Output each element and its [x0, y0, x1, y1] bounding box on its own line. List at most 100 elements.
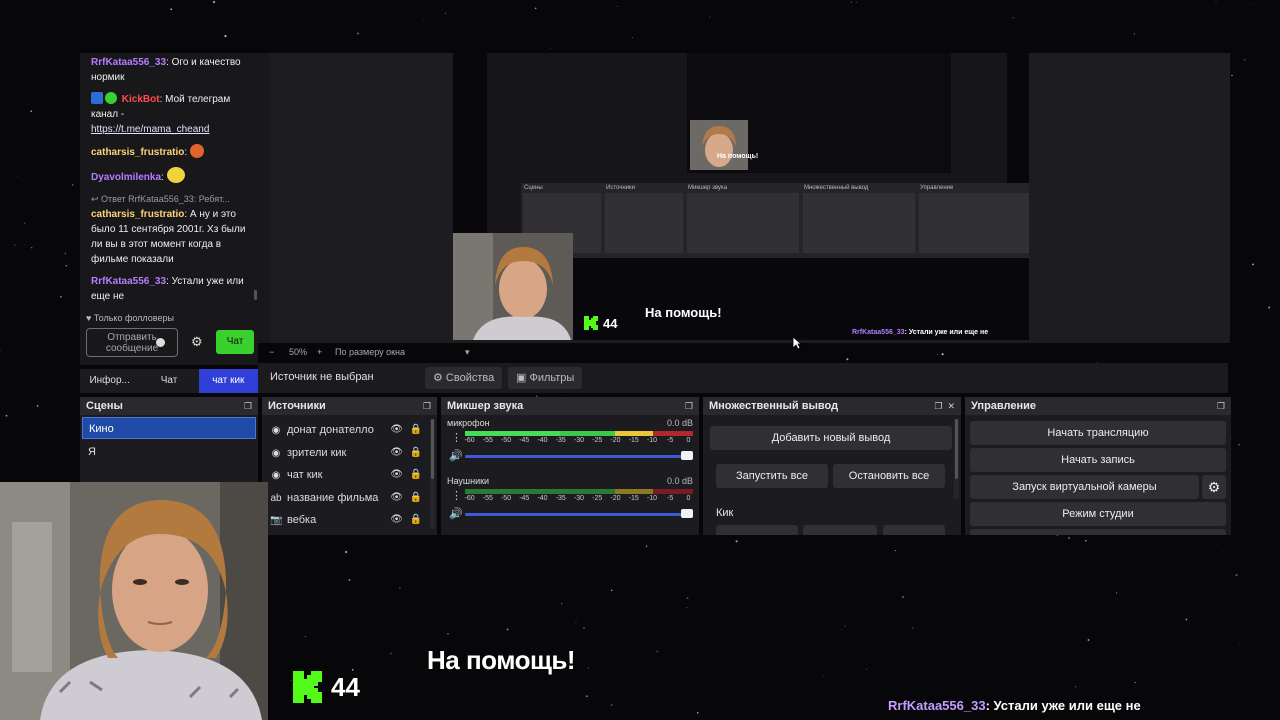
smiley-emote-icon	[166, 167, 185, 183]
source-item[interactable]: ◉ донат донателло 👁 🔒	[262, 419, 437, 442]
chat-username[interactable]: KickBot	[122, 94, 160, 105]
start-record-button[interactable]: Начать запись	[970, 448, 1226, 472]
sources-scrollbar[interactable]	[430, 419, 435, 529]
meter-tick-label: -45	[519, 437, 530, 444]
webcam-feed	[0, 482, 268, 720]
stop-all-button[interactable]: Остановить все	[833, 464, 945, 488]
no-source-status: Источник не выбран	[270, 371, 374, 383]
tab-chat[interactable]: Чат	[139, 369, 198, 393]
nested-scenes-title: Сцены	[524, 185, 543, 191]
channel-db: 0.0 dB	[666, 476, 693, 486]
start-all-button[interactable]: Запустить все	[716, 464, 828, 488]
zoom-in-button[interactable]: +	[317, 347, 322, 357]
star	[351, 669, 354, 671]
zoom-dropdown-icon[interactable]: ▾	[465, 347, 470, 358]
virtual-camera-button[interactable]: Запуск виртуальной камеры	[970, 475, 1199, 499]
start-stream-button[interactable]: Начать трансляцию	[970, 421, 1226, 445]
zoom-out-button[interactable]: −	[269, 347, 274, 357]
chat-username[interactable]: RrfKataa556_33	[91, 57, 166, 68]
star	[14, 244, 16, 246]
chat-username[interactable]: catharsis_frustratio	[91, 147, 184, 158]
scene-item-ya[interactable]: Я	[82, 441, 256, 463]
scenes-dock-title: Сцены ❐	[80, 397, 258, 415]
star	[24, 244, 26, 246]
visibility-eye-icon[interactable]: 👁	[390, 442, 403, 465]
source-item[interactable]: ab название фильма 👁 🔒	[262, 487, 437, 510]
preview-kick-count: 44	[603, 316, 618, 331]
meter-tick-label: -35	[555, 437, 566, 444]
multi-output-scrollbar[interactable]	[954, 419, 959, 499]
meter-tick-label: -50	[500, 495, 512, 502]
channel-menu-icon[interactable]: ⋮	[451, 431, 462, 444]
headphones-volume-knob[interactable]	[681, 509, 693, 518]
virtual-camera-gear-icon[interactable]: ⚙	[1202, 475, 1226, 499]
visibility-eye-icon[interactable]: 👁	[390, 419, 403, 442]
chat-username[interactable]: Dyavolmilenka	[91, 172, 161, 183]
star	[856, 1, 857, 3]
undock-icon[interactable]: ❐	[1217, 397, 1225, 415]
undock-icon[interactable]: ❐	[423, 397, 431, 415]
lock-icon[interactable]: 🔒	[410, 419, 422, 442]
speaker-icon[interactable]: 🔊	[449, 507, 463, 520]
studio-mode-button[interactable]: Режим студии	[970, 502, 1226, 526]
reply-reference[interactable]: ↩ Ответ RrfKataa556_33: Ребят...	[91, 192, 256, 207]
multi-output-dock-title: Множественный вывод ❐ ✕	[703, 397, 961, 415]
chat-send-button[interactable]: Чат	[216, 330, 254, 354]
tab-kick-chat[interactable]: чат кик	[198, 369, 258, 393]
mic-volume-slider[interactable]	[465, 455, 693, 458]
visibility-eye-icon[interactable]: 👁	[390, 464, 403, 487]
star	[1116, 592, 1118, 594]
visibility-eye-icon[interactable]: 👁	[390, 487, 403, 510]
star	[735, 540, 738, 543]
star	[709, 16, 711, 18]
chat-overlay-line: RrfKataa556_33: Устали уже или еще не	[888, 698, 1141, 713]
headphones-volume-slider[interactable]	[465, 513, 693, 516]
meter-tick-label: -25	[592, 437, 603, 444]
chat-scrollbar[interactable]	[254, 290, 257, 300]
lock-icon[interactable]: 🔒	[410, 442, 422, 465]
kick-output-button-3[interactable]	[883, 525, 945, 535]
channel-menu-icon[interactable]: ⋮	[451, 489, 462, 502]
preview-help-text: На помощь!	[645, 305, 722, 320]
visibility-eye-icon[interactable]: 👁	[390, 509, 403, 532]
scene-item-kino[interactable]: Кино	[82, 417, 256, 439]
star	[841, 628, 842, 630]
sources-dock-title: Источники ❐	[262, 397, 437, 415]
dock-controls[interactable]: ❐ ✕	[934, 397, 955, 415]
chat-username[interactable]: RrfKataa556_33	[91, 276, 166, 287]
emoji-icon[interactable]	[156, 338, 165, 347]
nested-sources-title: Источники	[606, 185, 635, 191]
source-item[interactable]: ◉ чат кик 👁 🔒	[262, 464, 437, 487]
star	[1238, 444, 1240, 446]
mic-volume-knob[interactable]	[681, 451, 693, 460]
chat-username[interactable]: catharsis_frustratio	[91, 209, 184, 220]
star	[610, 704, 613, 707]
tab-info[interactable]: Инфор...	[80, 369, 139, 393]
filters-button[interactable]: ▣ Фильтры	[508, 367, 583, 389]
zoom-fit-select[interactable]: По размеру окна	[335, 347, 405, 357]
source-item[interactable]: ◉ зрители кик 👁 🔒	[262, 442, 437, 465]
gear-icon: ⚙	[433, 372, 446, 384]
meter-tick-label: -30	[573, 495, 585, 502]
lock-icon[interactable]: 🔒	[410, 487, 422, 510]
undock-icon[interactable]: ❐	[685, 397, 693, 415]
source-item[interactable]: 📷 вебка 👁 🔒	[262, 509, 437, 532]
settings-button-partial[interactable]	[970, 529, 1226, 535]
speaker-icon[interactable]: 🔊	[449, 449, 463, 462]
kick-output-button-2[interactable]	[803, 525, 877, 535]
preview-canvas[interactable]: Сцены Источники Микшер звука Множественн…	[453, 53, 1029, 340]
chat-link[interactable]: https://t.me/mama_cheand	[91, 124, 209, 135]
star	[1244, 205, 1245, 206]
add-output-button[interactable]: Добавить новый вывод	[710, 426, 952, 450]
star	[422, 19, 424, 21]
chat-settings-gear-icon[interactable]: ⚙	[191, 334, 203, 349]
lock-icon[interactable]: 🔒	[410, 509, 422, 532]
lock-icon[interactable]: 🔒	[410, 464, 422, 487]
star	[315, 543, 317, 544]
undock-icon[interactable]: ❐	[244, 397, 252, 415]
star	[348, 578, 351, 581]
properties-button[interactable]: ⚙ Свойства	[425, 367, 503, 389]
star	[23, 222, 26, 224]
kick-output-button-1[interactable]	[716, 525, 798, 535]
channel-name: Наушники	[447, 476, 490, 486]
